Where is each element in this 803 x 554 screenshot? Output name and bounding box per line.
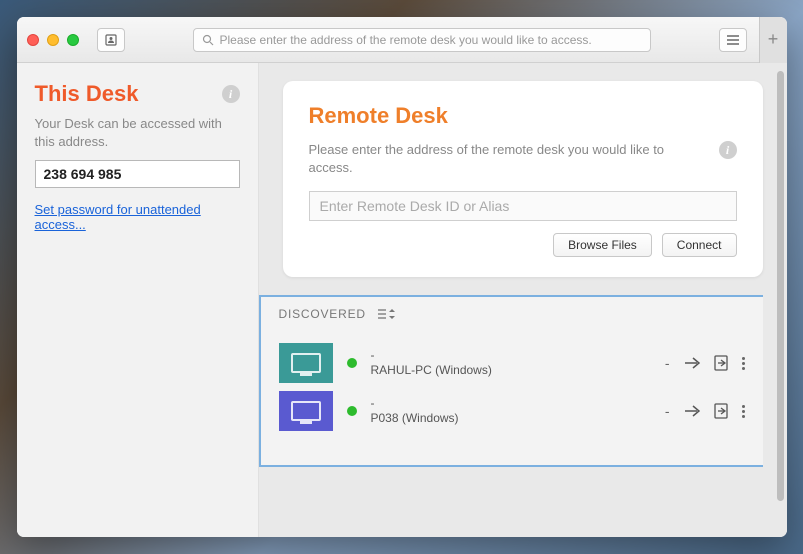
connect-button[interactable]: Connect <box>662 233 737 257</box>
monitor-icon <box>291 353 321 373</box>
view-toggle-button[interactable] <box>378 308 398 320</box>
device-last-session: - <box>665 355 670 371</box>
contacts-button[interactable] <box>97 28 125 52</box>
address-searchbar[interactable] <box>193 28 651 52</box>
titlebar: + <box>17 17 787 63</box>
device-thumbnail <box>279 391 333 431</box>
main-panel: Remote Desk Please enter the address of … <box>259 63 787 537</box>
info-icon[interactable]: i <box>222 85 240 103</box>
this-desk-address-input[interactable] <box>35 160 240 188</box>
file-transfer-button[interactable] <box>714 355 728 371</box>
this-desk-description: Your Desk can be accessed with this addr… <box>35 115 240 150</box>
fullscreen-window-icon[interactable] <box>67 34 79 46</box>
hamburger-icon <box>726 34 740 46</box>
more-options-button[interactable] <box>742 405 745 418</box>
device-name: P038 (Windows) <box>371 411 651 427</box>
discovered-section: DISCOVERED - RAHUL-P <box>259 295 763 467</box>
status-online-icon <box>347 358 357 368</box>
device-actions: - <box>665 355 745 371</box>
browse-files-button[interactable]: Browse Files <box>553 233 652 257</box>
traffic-lights <box>27 34 79 46</box>
discovered-heading: DISCOVERED <box>279 307 366 321</box>
connect-arrow-button[interactable] <box>684 405 700 417</box>
device-actions: - <box>665 403 745 419</box>
device-name: RAHUL-PC (Windows) <box>371 363 651 379</box>
arrow-right-icon <box>684 357 700 369</box>
minimize-window-icon[interactable] <box>47 34 59 46</box>
device-labels: - RAHUL-PC (Windows) <box>371 348 651 379</box>
menu-button[interactable] <box>719 28 747 52</box>
monitor-icon <box>291 401 321 421</box>
discovered-list: - RAHUL-PC (Windows) - - P038 (Windows) … <box>261 331 763 465</box>
file-transfer-button[interactable] <box>714 403 728 419</box>
device-alias: - <box>371 396 651 412</box>
plus-icon: + <box>768 29 779 50</box>
discovered-row[interactable]: - P038 (Windows) - <box>275 387 749 435</box>
set-password-link[interactable]: Set password for unattended access... <box>35 202 240 232</box>
remote-desk-description: Please enter the address of the remote d… <box>309 141 709 177</box>
this-desk-title: This Desk <box>35 81 139 107</box>
arrow-right-icon <box>684 405 700 417</box>
file-arrow-icon <box>714 355 728 371</box>
status-online-icon <box>347 406 357 416</box>
device-alias: - <box>371 348 651 364</box>
device-labels: - P038 (Windows) <box>371 396 651 427</box>
close-window-icon[interactable] <box>27 34 39 46</box>
list-sort-icon <box>378 308 398 320</box>
content-area: This Desk i Your Desk can be accessed wi… <box>17 63 787 537</box>
info-icon[interactable]: i <box>719 141 737 159</box>
address-search-input[interactable] <box>220 33 642 47</box>
connect-arrow-button[interactable] <box>684 357 700 369</box>
app-window: + This Desk i Your Desk can be accessed … <box>17 17 787 537</box>
scrollbar[interactable] <box>777 71 784 501</box>
device-thumbnail <box>279 343 333 383</box>
device-last-session: - <box>665 403 670 419</box>
remote-desk-title: Remote Desk <box>309 103 737 129</box>
address-book-icon <box>105 34 117 46</box>
more-options-button[interactable] <box>742 357 745 370</box>
remote-desk-input[interactable] <box>309 191 737 221</box>
search-icon <box>202 34 214 46</box>
file-arrow-icon <box>714 403 728 419</box>
sidebar: This Desk i Your Desk can be accessed wi… <box>17 63 259 537</box>
remote-desk-card: Remote Desk Please enter the address of … <box>283 81 763 277</box>
discovered-row[interactable]: - RAHUL-PC (Windows) - <box>275 339 749 387</box>
